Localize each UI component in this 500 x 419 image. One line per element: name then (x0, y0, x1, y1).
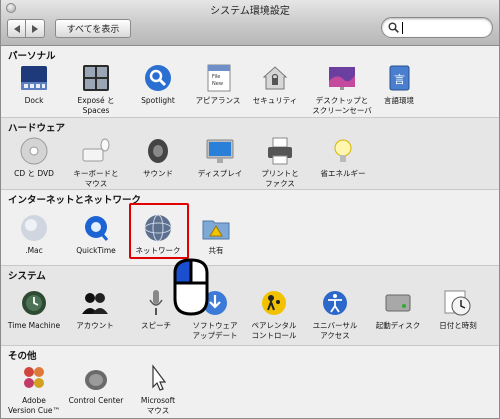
pref-label: ユニバーサル アクセス (312, 321, 358, 340)
keyboard-mouse-icon (82, 138, 110, 162)
pref-label: ディスプレイ (197, 169, 243, 178)
energy-saver-icon (334, 139, 352, 162)
section-personal: パーソナル Dock Exposé と Spaces Spotlight Fil… (1, 46, 499, 118)
sound-icon (148, 139, 168, 163)
pref-label: Time Machine (7, 321, 61, 330)
pref-label: プリントと ファクス (261, 169, 299, 188)
pref-label: 言語環境 (384, 96, 414, 105)
pref-label: ソフトウェア アップデート (192, 321, 238, 340)
mouse-click-icon (173, 258, 209, 316)
section-title-hardware: ハードウェア (8, 123, 66, 134)
pref-label: Control Center (68, 396, 124, 405)
text-cursor (402, 22, 403, 34)
search-input[interactable] (381, 17, 493, 38)
spotlight-icon (145, 65, 171, 91)
pref-label: 共有 (208, 246, 224, 255)
search-icon (388, 22, 399, 33)
section-hardware: ハードウェア CD と DVD キーボードと マウス サウンド ディスプレイ プ… (1, 118, 499, 190)
pref-label: アカウント (76, 321, 114, 330)
back-arrow-icon (13, 24, 20, 33)
svg-text:New: New (212, 81, 223, 87)
show-all-button[interactable]: すべてを表示 (55, 19, 131, 38)
startup-disk-icon (385, 294, 411, 312)
appearance-icon: File New (207, 64, 231, 92)
pref-label: デスクトップと スクリーンセーバ (312, 96, 372, 115)
pref-label: Microsoft マウス (140, 396, 176, 415)
time-machine-icon (22, 291, 46, 315)
microsoft-mouse-icon (152, 364, 167, 391)
pref-label: セキュリティ (252, 96, 298, 105)
speech-icon (149, 290, 163, 315)
section-title-internet-network: インターネットとネットワーク (8, 195, 142, 206)
pref-label: Adobe Version Cue™ (7, 396, 61, 415)
adobe-version-cue-icon (24, 367, 44, 388)
section-title-system: システム (8, 271, 46, 282)
pref-label: スピーチ (141, 321, 171, 330)
dock-icon (21, 66, 47, 90)
section-system: システム Time Machine アカウント スピーチ ソフトウェア アップデ… (1, 266, 499, 346)
sharing-icon (202, 220, 230, 240)
section-internet-network: インターネットとネットワーク .Mac QuickTime ネットワーク 共有 (1, 190, 499, 266)
print-fax-icon (268, 137, 292, 165)
pref-label: 起動ディスク (375, 321, 421, 330)
pref-label: ペアレンタル コントロール (251, 321, 297, 340)
pref-label: Spotlight (141, 96, 175, 105)
section-other: その他 Adobe Version Cue™ Control Center Mi… (1, 346, 499, 418)
pref-label: サウンド (143, 169, 173, 178)
universal-access-icon (323, 291, 347, 315)
dotmac-icon (21, 215, 47, 241)
pref-label: Exposé と Spaces (77, 96, 115, 115)
logicool-control-center-icon (85, 370, 107, 390)
desktop-screensaver-icon (329, 67, 355, 90)
pref-label: .Mac (25, 246, 43, 255)
forward-arrow-icon (32, 24, 38, 33)
toolbar: システム環境設定 すべてを表示 (1, 0, 499, 46)
window-title: システム環境設定 (210, 6, 290, 17)
pref-label: 日付と時刻 (439, 321, 477, 330)
system-preferences-window: システム環境設定 すべてを表示 パーソナル Dock Exposé と Spac… (0, 0, 500, 419)
pref-label: アピアランス (195, 96, 241, 105)
pref-label: CD と DVD (14, 169, 54, 178)
parental-controls-icon (262, 291, 286, 315)
pref-label: 省エネルギー (320, 169, 366, 178)
svg-text:言: 言 (394, 73, 405, 86)
pref-label: キーボードと マウス (73, 169, 119, 188)
expose-spaces-icon (83, 65, 109, 91)
accounts-icon (82, 293, 108, 314)
back-button[interactable] (7, 19, 26, 38)
cd-dvd-icon (20, 137, 48, 165)
forward-button[interactable] (26, 19, 45, 38)
network-highlight-box (129, 203, 189, 259)
international-icon: 言 (389, 65, 410, 91)
security-icon (262, 66, 288, 90)
svg-text:File: File (212, 74, 220, 80)
pref-label: QuickTime (76, 246, 116, 255)
section-title-other: その他 (8, 351, 37, 362)
quicktime-icon (85, 216, 109, 241)
section-title-personal: パーソナル (8, 51, 56, 62)
pref-label: Dock (24, 96, 44, 105)
date-time-icon (444, 290, 471, 316)
display-icon (206, 139, 234, 163)
